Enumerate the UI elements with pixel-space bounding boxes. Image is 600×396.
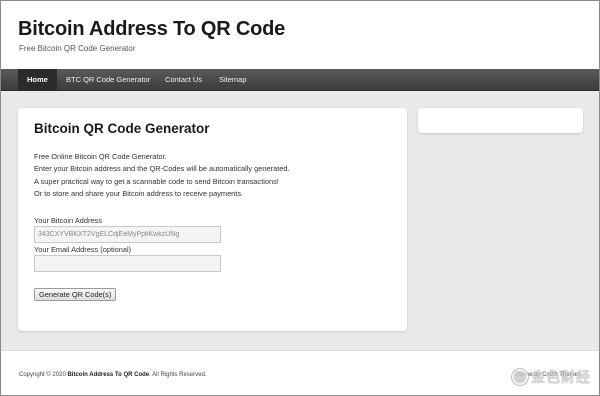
intro-line: A super practical way to get a scannable…	[34, 176, 279, 186]
nav-item-contact-us[interactable]: Contact Us	[156, 69, 211, 90]
main-navigation: Home BTC QR Code Generator Contact Us Si…	[1, 69, 599, 91]
copyright-rights: . All Rights Reserved.	[149, 372, 207, 378]
footer-site-link[interactable]: Bitcoin Address To QR Code	[67, 372, 149, 378]
copyright-prefix: Copyright © 2020	[19, 372, 68, 378]
site-footer: Copyright © 2020 Bitcoin Address To QR C…	[1, 350, 599, 395]
nav-item-btc-qr-code-generator[interactable]: BTC QR Code Generator	[57, 69, 159, 90]
site-description: Free Bitcoin QR Code Generator	[19, 44, 136, 53]
sidebar-widget	[418, 108, 583, 133]
browser-frame: Bitcoin Address To QR Code Free Bitcoin …	[0, 0, 600, 396]
watermark-logo-icon	[512, 369, 528, 385]
watermark-text: 金色财经	[531, 369, 591, 385]
intro-line: Enter your Bitcoin address and the QR-Co…	[34, 164, 290, 174]
bitcoin-address-input[interactable]	[34, 226, 221, 243]
footer-copyright: Copyright © 2020 Bitcoin Address To QR C…	[19, 372, 206, 378]
nav-item-home[interactable]: Home	[18, 69, 57, 90]
intro-text: Free Online Bitcoin QR Code Generator. E…	[34, 151, 290, 201]
site-header: Bitcoin Address To QR Code Free Bitcoin …	[1, 1, 599, 69]
intro-line: Free Online Bitcoin QR Code Generator.	[34, 152, 167, 161]
page-heading: Bitcoin QR Code Generator	[34, 121, 210, 136]
watermark: 金色财经	[512, 367, 591, 387]
nav-item-sitemap[interactable]: Sitemap	[210, 69, 256, 90]
main-content-card: Bitcoin QR Code Generator Free Online Bi…	[18, 108, 407, 331]
site-title[interactable]: Bitcoin Address To QR Code	[18, 18, 285, 41]
generate-qr-button[interactable]: Generate QR Code(s)	[34, 288, 117, 301]
intro-line: Or to store and share your Bitcoin addre…	[34, 189, 244, 199]
bitcoin-address-label: Your Bitcoin Address	[34, 216, 102, 225]
email-address-label: Your Email Address (optional)	[34, 245, 132, 254]
email-address-input[interactable]	[34, 255, 221, 272]
